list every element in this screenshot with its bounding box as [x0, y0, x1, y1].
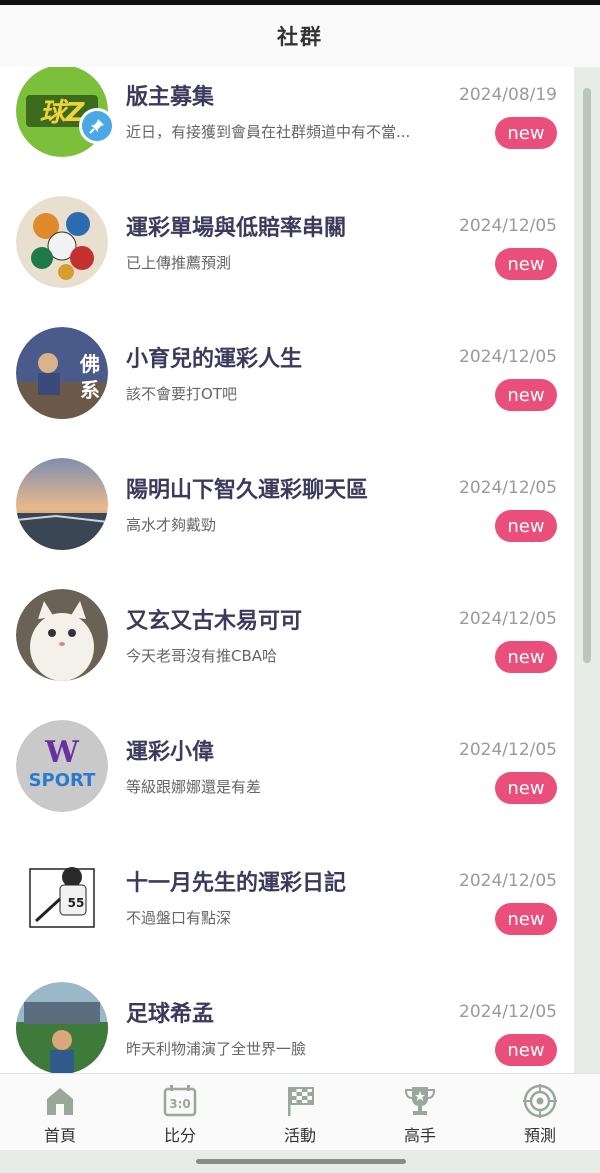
list-item[interactable]: 足球希孟 昨天利物浦演了全世界一臉 2024/12/05 new [0, 964, 574, 1073]
list-item[interactable]: 球Z 版主募集 近日，有接獲到會員在社群頻道中有不當... 2024/08/19… [0, 67, 574, 179]
checkered-flag-icon [288, 1087, 314, 1116]
nav-label: 預測 [523, 1126, 556, 1145]
trophy-icon [404, 1087, 436, 1115]
row-title: 足球希孟 [126, 1002, 215, 1027]
row-title: 又玄又古木易可可 [126, 609, 303, 634]
row-date: 2024/12/05 [459, 609, 557, 629]
scoreboard-icon: 3:0 [163, 1085, 197, 1117]
avatar [16, 196, 108, 288]
row-subtitle: 不過盤口有點深 [126, 909, 232, 927]
list-item[interactable]: W SPORT 運彩小偉 等級跟娜娜還是有差 2024/12/05 new [0, 702, 574, 834]
row-subtitle: 昨天利物浦演了全世界一臉 [126, 1040, 307, 1058]
nav-label: 高手 [403, 1126, 436, 1145]
new-badge: new [495, 903, 557, 935]
nav-item-score[interactable]: 3:0 比分 [120, 1074, 240, 1151]
nav-label: 活動 [283, 1126, 316, 1145]
row-subtitle: 近日，有接獲到會員在社群頻道中有不當... [126, 123, 411, 141]
new-badge: new [495, 248, 557, 280]
svg-text:系: 系 [80, 378, 100, 402]
list-item[interactable]: 陽明山下智久運彩聊天區 高水才夠戴勁 2024/12/05 new [0, 440, 574, 572]
row-date: 2024/12/05 [459, 216, 557, 236]
svg-text:W: W [44, 735, 80, 770]
list-item[interactable]: 55 十一月先生的運彩日記 不過盤口有點深 2024/12/05 new [0, 833, 574, 965]
target-icon [523, 1084, 557, 1118]
avatar: W SPORT [16, 720, 108, 812]
new-badge: new [495, 379, 557, 411]
avatar [16, 458, 108, 550]
row-subtitle: 今天老哥沒有推CBA哈 [126, 647, 278, 665]
list-item[interactable]: 運彩單場與低賠率串關 已上傳推薦預測 2024/12/05 new [0, 178, 574, 310]
new-badge: new [495, 1034, 557, 1066]
row-subtitle: 已上傳推薦預測 [126, 254, 232, 272]
row-date: 2024/12/05 [459, 347, 557, 367]
new-badge: new [495, 641, 557, 673]
scoreboard-text: 3:0 [169, 1097, 191, 1111]
row-title: 陽明山下智久運彩聊天區 [126, 478, 369, 503]
nav-item-activity[interactable]: 活動 [240, 1074, 360, 1151]
new-badge: new [495, 772, 557, 804]
gesture-bar [0, 1150, 600, 1173]
row-date: 2024/12/05 [459, 1002, 557, 1022]
nav-label: 比分 [163, 1126, 196, 1145]
avatar: 55 [16, 851, 108, 943]
page-title: 社群 [277, 25, 323, 49]
avatar: 佛 系 [16, 327, 108, 419]
scrollbar-thumb[interactable] [583, 88, 591, 663]
nav-label: 首頁 [43, 1126, 76, 1145]
nav-item-experts[interactable]: 高手 [360, 1074, 480, 1151]
avatar [16, 982, 108, 1073]
nav-item-predict[interactable]: 預測 [480, 1074, 600, 1151]
row-title: 運彩小偉 [126, 740, 215, 765]
svg-text:佛: 佛 [79, 352, 100, 376]
row-title: 小育兒的運彩人生 [126, 347, 303, 372]
row-date: 2024/12/05 [459, 478, 557, 498]
row-title: 版主募集 [126, 85, 215, 110]
bottom-nav: 首頁 3:0 比分 活動 高手 預測 [0, 1073, 600, 1151]
nav-item-home[interactable]: 首頁 [0, 1074, 120, 1151]
new-badge: new [495, 510, 557, 542]
row-subtitle: 該不會要打OT吧 [126, 385, 237, 403]
svg-text:55: 55 [68, 896, 85, 910]
row-date: 2024/08/19 [459, 85, 557, 105]
row-date: 2024/12/05 [459, 740, 557, 760]
home-indicator[interactable] [196, 1159, 406, 1164]
pin-icon [79, 108, 115, 144]
row-title: 運彩單場與低賠率串關 [126, 216, 347, 241]
new-badge: new [495, 117, 557, 149]
row-subtitle: 高水才夠戴勁 [126, 516, 217, 534]
svg-text:SPORT: SPORT [29, 770, 97, 791]
home-icon [47, 1088, 73, 1115]
row-title: 十一月先生的運彩日記 [126, 871, 347, 896]
list-item[interactable]: 佛 系 小育兒的運彩人生 該不會要打OT吧 2024/12/05 new [0, 309, 574, 441]
list-item[interactable]: 又玄又古木易可可 今天老哥沒有推CBA哈 2024/12/05 new [0, 571, 574, 703]
avatar [16, 589, 108, 681]
app-header: 社群 [0, 5, 600, 68]
row-date: 2024/12/05 [459, 871, 557, 891]
community-list[interactable]: 球Z 版主募集 近日，有接獲到會員在社群頻道中有不當... 2024/08/19… [0, 67, 574, 1073]
row-subtitle: 等級跟娜娜還是有差 [126, 778, 262, 796]
